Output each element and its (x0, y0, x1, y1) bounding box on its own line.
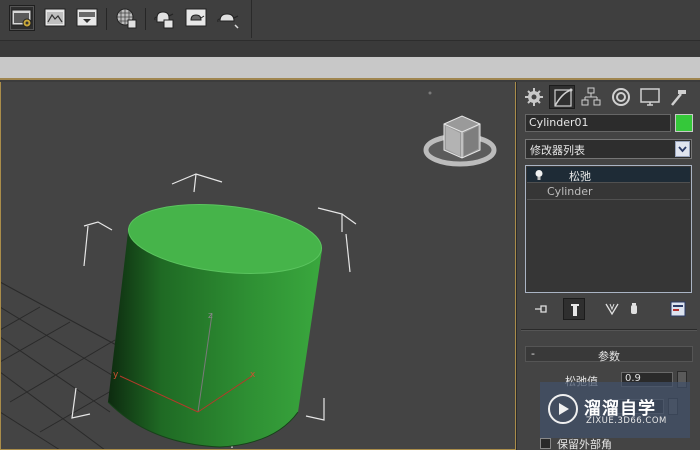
tab-display[interactable] (637, 85, 663, 109)
dropdown-arrow[interactable] (675, 141, 690, 157)
hammer-icon (671, 90, 686, 106)
perspective-viewport[interactable]: y x z (0, 82, 516, 450)
teapot-render-icon (154, 11, 174, 29)
chevron-down-icon (678, 146, 687, 153)
pin-stack-button[interactable] (530, 298, 552, 320)
motion-icon (612, 88, 630, 106)
viewcube[interactable] (423, 91, 497, 167)
lightbulb-icon[interactable] (534, 169, 544, 181)
keep-outer-corners-checkbox[interactable] (540, 438, 551, 449)
stack-item-cylinder[interactable]: Cylinder (527, 184, 690, 200)
teapot-dropdown-icon (217, 13, 239, 29)
rollout-divider (521, 329, 697, 331)
create-icon (525, 88, 543, 106)
cylinder-object[interactable] (107, 196, 325, 448)
configure-modifier-sets-button[interactable] (667, 298, 689, 320)
render-setup-icon (11, 9, 32, 28)
modifier-stack: 松弛 Cylinder (525, 165, 692, 293)
tab-utilities[interactable] (666, 85, 692, 109)
show-end-result-icon (571, 304, 579, 316)
render-setup-button[interactable] (9, 5, 35, 31)
menu-strip (0, 40, 700, 56)
modifier-list-dropdown[interactable]: 修改器列表 (525, 139, 692, 159)
rendered-frame-window-icon (44, 8, 66, 27)
quick-render-button[interactable] (183, 5, 209, 31)
render-iterative-button[interactable] (151, 5, 177, 31)
watermark-url: ZIXUE.3D66.COM (586, 416, 667, 426)
tab-motion[interactable] (608, 85, 634, 109)
teapot-icon (185, 8, 207, 27)
activeshade-button[interactable] (215, 5, 241, 31)
rollout-title: 参数 (598, 350, 620, 363)
display-icon (640, 88, 660, 106)
material-editor-button[interactable] (113, 5, 139, 31)
tab-modify[interactable] (549, 85, 575, 109)
stack-item-label: 松弛 (569, 170, 591, 183)
viewport-canvas: y x z (0, 91, 497, 450)
pin-icon (535, 305, 547, 313)
gizmo-z-label: z (208, 311, 213, 321)
configure-sets-icon (670, 301, 686, 317)
object-name-field[interactable]: Cylinder01 (525, 114, 671, 132)
stack-item-label: Cylinder (547, 185, 593, 198)
make-unique-button[interactable] (601, 298, 623, 320)
tab-create[interactable] (521, 85, 547, 109)
gizmo-y-label: y (113, 370, 119, 380)
render-production-icon (76, 8, 98, 27)
show-end-result-button[interactable] (563, 298, 585, 320)
remove-modifier-button[interactable] (623, 298, 645, 320)
stack-toolbar (525, 298, 693, 320)
modifier-list-label: 修改器列表 (530, 144, 585, 157)
gizmo-x-label: x (250, 370, 256, 380)
parameters-rollout-header[interactable]: - 参数 (525, 346, 693, 363)
render-production-button[interactable] (74, 5, 100, 31)
rendered-frame-window-button[interactable] (42, 5, 68, 31)
watermark: 溜溜自学 ZIXUE.3D66.COM (540, 382, 690, 438)
keep-outer-corners-label: 保留外部角 (557, 438, 612, 450)
ribbon-bar (0, 57, 700, 80)
hierarchy-icon (581, 87, 601, 106)
material-editor-icon (116, 8, 137, 29)
object-color-swatch[interactable] (675, 114, 693, 132)
make-unique-icon (605, 303, 619, 316)
home-grid (0, 281, 121, 450)
watermark-logo-icon (548, 394, 578, 424)
modify-icon (554, 88, 573, 107)
trash-icon (631, 303, 637, 314)
stack-item-relax[interactable]: 松弛 (527, 167, 690, 183)
main-toolbar (0, 0, 700, 40)
tab-hierarchy[interactable] (578, 85, 604, 109)
render-toolbar-group (0, 0, 252, 38)
